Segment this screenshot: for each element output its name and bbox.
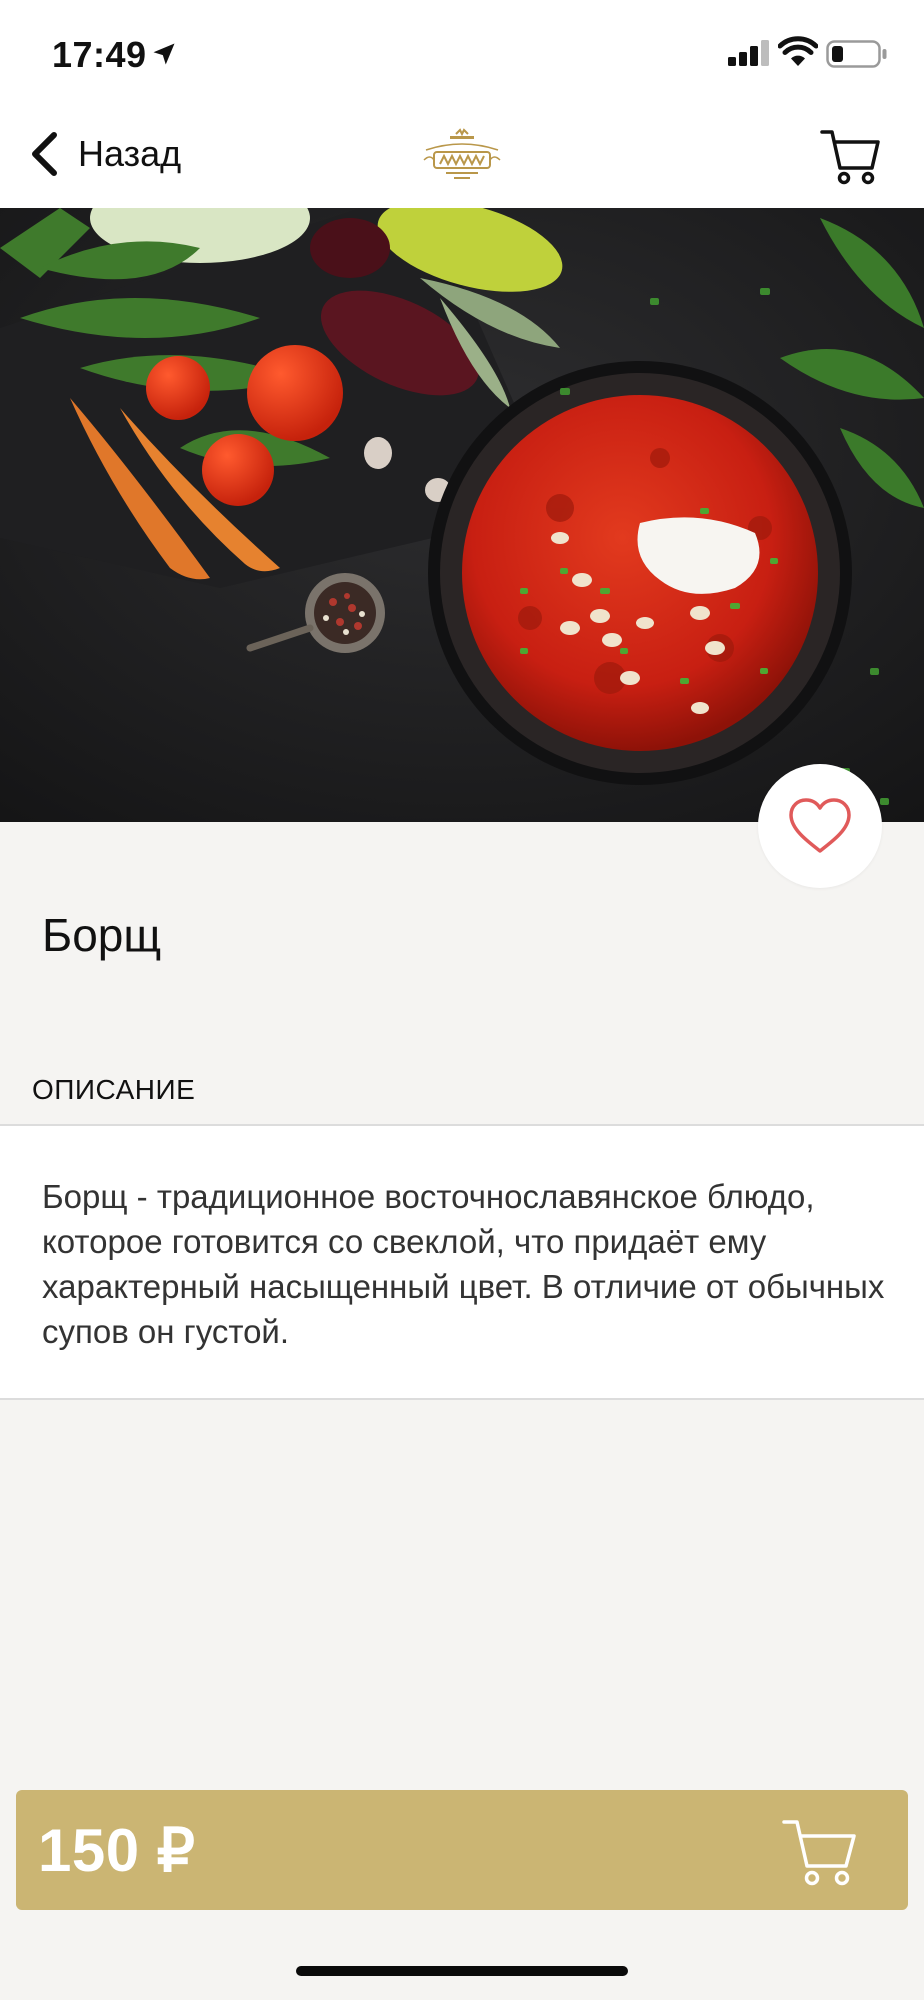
nav-bar: Назад: [0, 100, 924, 208]
back-label: Назад: [78, 133, 182, 174]
cart-button[interactable]: [818, 124, 882, 188]
heart-outline-icon: [789, 798, 851, 853]
home-indicator[interactable]: [296, 1966, 628, 1976]
dish-photo: [0, 208, 924, 822]
status-bar: 17:49: [0, 0, 924, 100]
add-to-cart-button[interactable]: 150 ₽: [16, 1790, 908, 1910]
status-time: 17:49: [52, 34, 147, 75]
chevron-left-icon: [32, 132, 57, 176]
description-label: ОПИСАНИЕ: [32, 1074, 196, 1105]
battery-icon: [826, 40, 887, 68]
description-text: Борщ - традиционное восточнославянское б…: [42, 1178, 885, 1350]
restaurant-logo: [423, 128, 501, 179]
location-arrow-icon: [153, 43, 175, 65]
dish-title: Борщ: [42, 909, 162, 961]
back-button[interactable]: Назад: [28, 126, 181, 182]
wifi-icon: [778, 36, 818, 66]
favorite-button[interactable]: [758, 764, 882, 888]
cellular-signal-icon: [728, 40, 769, 66]
cart-icon: [782, 1820, 856, 1886]
price: 150 ₽: [38, 1817, 196, 1884]
description-section: Борщ - традиционное восточнославянское б…: [0, 1124, 924, 1400]
